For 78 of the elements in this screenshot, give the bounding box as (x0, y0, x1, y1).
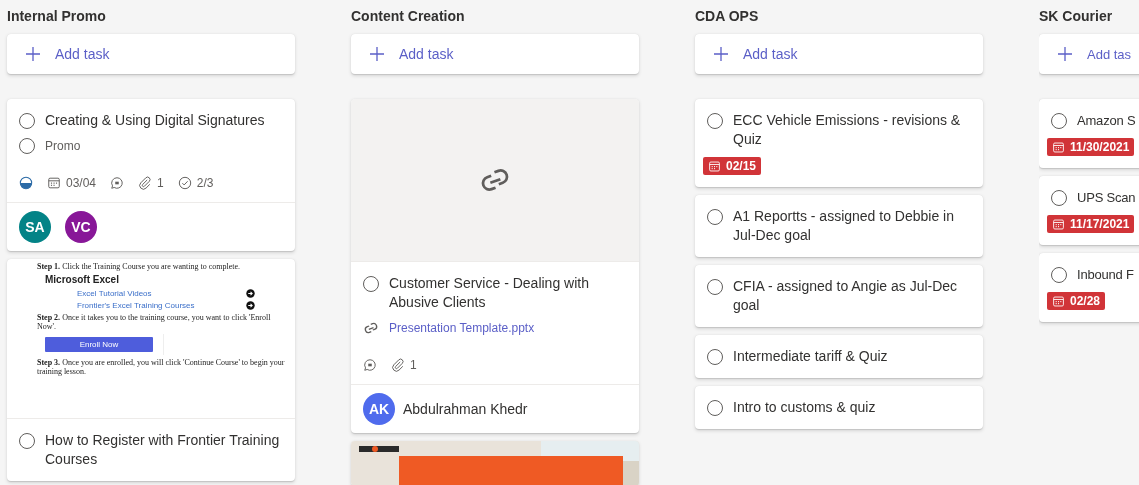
task-card[interactable] (7, 259, 295, 481)
complete-checkbox[interactable] (707, 279, 723, 295)
task-card[interactable]: ECC Vehicle Emissions - revisions & Quiz 02/15 (695, 99, 983, 187)
task-card[interactable]: UPS Scan 11/17/2021 (1039, 176, 1139, 245)
add-task-button[interactable]: Add task (351, 34, 639, 74)
link[interactable]: Excel Tutorial Videos (77, 289, 152, 298)
task-card[interactable]: Intermediate tariff & Quiz (695, 335, 983, 378)
plus-icon (25, 46, 41, 62)
plus-icon (1057, 46, 1073, 62)
add-task-button[interactable]: Add tas (1039, 34, 1139, 74)
column-title: Internal Promo (7, 7, 106, 26)
attachment-count: 1 (410, 358, 417, 372)
calendar-icon (1052, 294, 1065, 308)
complete-checkbox[interactable] (707, 113, 723, 129)
task-card[interactable]: Creating & Using Digital Signatures Promo 03/04 1 2/3 SA VC (7, 99, 295, 251)
due-date-badge: 02/15 (703, 157, 762, 175)
add-task-button[interactable]: Add task (695, 34, 983, 74)
task-title: A1 Reportts - assigned to Debbie in Jul-Dec goal (733, 207, 955, 245)
task-card[interactable]: Inbound F 02/28 (1039, 253, 1139, 322)
paperclip-icon (138, 176, 153, 190)
attachment-count: 1 (157, 176, 164, 190)
complete-checkbox[interactable] (707, 209, 723, 225)
heading: Microsoft Excel (45, 274, 119, 286)
complete-checkbox[interactable] (1051, 190, 1067, 206)
task-card[interactable]: Amazon S 11/30/2021 (1039, 99, 1139, 168)
task-title: Customer Service - Dealing with Abusive Clients (389, 274, 590, 312)
add-task-button[interactable]: Add task (7, 34, 295, 74)
checklist-icon (177, 176, 192, 190)
task-title: How to Register with Frontier Training Courses (45, 431, 281, 469)
complete-checkbox[interactable] (363, 276, 379, 292)
calendar-icon (47, 176, 61, 190)
plus-icon (369, 46, 385, 62)
calendar-icon (1052, 140, 1065, 154)
task-title: UPS Scan (1077, 189, 1136, 207)
link[interactable]: Frontier's Excel Training Courses (77, 301, 195, 310)
task-title: Intermediate tariff & Quiz (733, 347, 888, 366)
task-title: Inbound F (1077, 266, 1134, 284)
task-card[interactable]: Customer Service - Dealing with Abusive Clients Presentation Template.pptx 1 AK Abdulrahman Khedr (351, 99, 639, 433)
calendar-icon (1052, 217, 1065, 231)
task-card[interactable]: Intro to customs & quiz (695, 386, 983, 429)
due-date-badge: 02/28 (1047, 292, 1106, 310)
avatar[interactable]: AK (363, 393, 395, 425)
due-date-badge: 11/30/2021 (1047, 138, 1135, 156)
complete-checkbox[interactable] (19, 113, 35, 129)
task-card[interactable]: CFIA - assigned to Angie as Jul-Dec goal (695, 265, 983, 327)
arrow-icon (246, 289, 255, 298)
enroll-button[interactable]: Enroll Now (45, 337, 153, 352)
complete-checkbox[interactable] (707, 400, 723, 416)
task-title: Intro to customs & quiz (733, 398, 876, 417)
column-title: CDA OPS (695, 7, 759, 26)
task-title: ECC Vehicle Emissions - revisions & Quiz (733, 111, 962, 149)
column-title: SK Courier (1039, 7, 1113, 26)
task-title: CFIA - assigned to Angie as Jul-Dec goal (733, 277, 959, 315)
checklist-checkbox[interactable] (19, 138, 35, 154)
link-icon (363, 320, 379, 336)
checklist-count: 2/3 (196, 176, 214, 190)
avatar[interactable]: SA (19, 211, 51, 243)
task-card[interactable]: A1 Reportts - assigned to Debbie in Jul-Dec goal (695, 195, 983, 257)
instruction-text: Step 1. Click the Training Course you are wanting to complete. (37, 262, 241, 271)
paperclip-icon (391, 358, 405, 372)
instruction-text: Step 3. Once you are enrolled, you will click 'Continue Course' to begin your training lesson. (37, 358, 285, 376)
due-date: 03/04 (47, 176, 97, 190)
column-title: Content Creation (351, 7, 465, 26)
assignee-name: Abdulrahman Khedr (403, 401, 528, 417)
complete-checkbox[interactable] (19, 433, 35, 449)
checklist-item: Promo (45, 139, 81, 153)
task-title: Creating & Using Digital Signatures (45, 111, 265, 130)
avatar[interactable]: VC (65, 211, 97, 243)
plus-icon (713, 46, 729, 62)
calendar-icon (708, 159, 721, 173)
task-title: Amazon S (1077, 112, 1136, 130)
attachment-link[interactable]: Presentation Template.pptx (389, 321, 535, 335)
complete-checkbox[interactable] (1051, 267, 1067, 283)
complete-checkbox[interactable] (1051, 113, 1067, 129)
due-date-badge: 11/17/2021 (1047, 215, 1135, 233)
complete-checkbox[interactable] (707, 349, 723, 365)
instruction-text: Step 2. Once it takes you to the training course, you want to click 'Enroll Now'. (37, 313, 272, 331)
arrow-icon (246, 301, 255, 310)
